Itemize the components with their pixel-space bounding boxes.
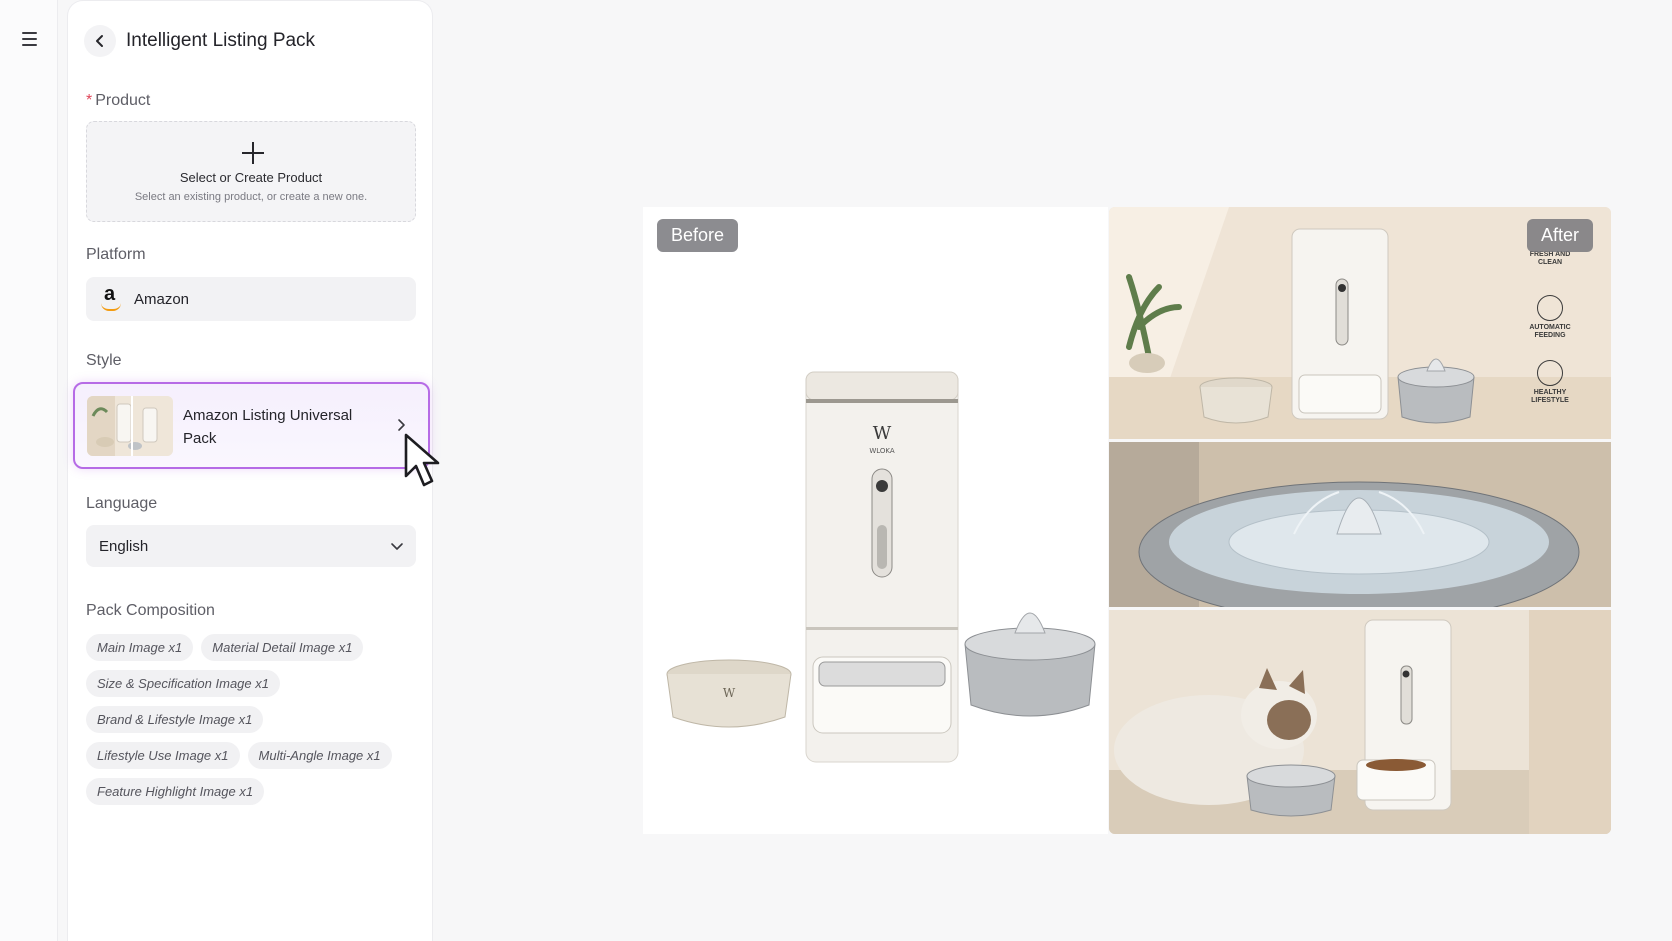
platform-label: Platform <box>86 246 146 263</box>
pack-tag: Lifestyle Use Image x1 <box>86 742 240 769</box>
product-add-title: Select or Create Product <box>179 170 323 185</box>
listing-pack-panel: Intelligent Listing Pack * Product Select… <box>67 0 433 941</box>
feature-healthy-lifestyle: HEALTHY LIFESTYLE <box>1520 360 1580 405</box>
language-label: Language <box>86 495 158 512</box>
back-button[interactable] <box>84 25 116 57</box>
page-title: Intelligent Listing Pack <box>126 30 316 51</box>
leaf-icon <box>1537 295 1563 321</box>
pack-tag: Main Image x1 <box>86 634 194 661</box>
plus-icon <box>242 142 264 164</box>
required-mark: * <box>86 92 93 109</box>
chevron-down-icon <box>391 543 403 550</box>
chevron-right-icon <box>398 419 405 431</box>
platform-selector[interactable]: a Amazon <box>86 277 416 321</box>
after-badge: After <box>1527 219 1594 252</box>
brand-mark: W <box>873 423 892 444</box>
language-value: English <box>99 537 149 555</box>
select-or-create-product-button[interactable]: Select or Create Product Select an exist… <box>86 121 416 222</box>
pack-composition-tags: Main Image x1 Material Detail Image x1 S… <box>86 634 416 814</box>
platform-value: Amazon <box>134 290 190 308</box>
style-selector[interactable]: Amazon Listing Universal Pack <box>73 382 430 469</box>
svg-text:W: W <box>723 686 736 700</box>
after-image-fountain-detail <box>1109 442 1611 607</box>
product-label: * Product <box>86 92 151 109</box>
heart-icon <box>1537 360 1563 386</box>
pack-tag: Multi-Angle Image x1 <box>247 742 392 769</box>
feature-fresh-clean: FRESH AND CLEAN <box>1529 251 1571 266</box>
pack-tag: Feature Highlight Image x1 <box>86 778 265 805</box>
before-badge: Before <box>657 219 739 252</box>
language-select[interactable]: English <box>86 525 416 567</box>
before-image: W WLOKA W Before <box>643 207 1108 834</box>
left-rail <box>0 0 58 941</box>
style-thumbnail <box>87 396 173 456</box>
before-after-preview: W WLOKA W Before FRESH AND CLEAN AUTOMAT… <box>643 207 1611 834</box>
mouse-pointer-icon <box>404 433 440 487</box>
brand-name: WLOKA <box>869 447 895 455</box>
panel-header: Intelligent Listing Pack <box>84 25 315 57</box>
amazon-logo-icon: a <box>100 283 124 312</box>
style-value: Amazon Listing Universal Pack <box>183 407 353 447</box>
pack-tag: Material Detail Image x1 <box>201 634 364 661</box>
pack-tag: Brand & Lifestyle Image x1 <box>86 706 264 733</box>
style-label: Style <box>86 352 122 369</box>
product-add-subtitle: Select an existing product, or create a … <box>134 191 368 203</box>
chevron-left-icon <box>96 35 103 47</box>
hamburger-menu-icon[interactable] <box>16 26 42 52</box>
feature-automatic-feeding: AUTOMATIC FEEDING <box>1520 295 1580 340</box>
after-image-lifestyle <box>1109 610 1611 834</box>
pack-tag: Size & Specification Image x1 <box>86 670 280 697</box>
pack-composition-label: Pack Composition <box>86 602 215 619</box>
after-image-main: FRESH AND CLEAN AUTOMATIC FEEDING HEALTH… <box>1109 207 1611 439</box>
